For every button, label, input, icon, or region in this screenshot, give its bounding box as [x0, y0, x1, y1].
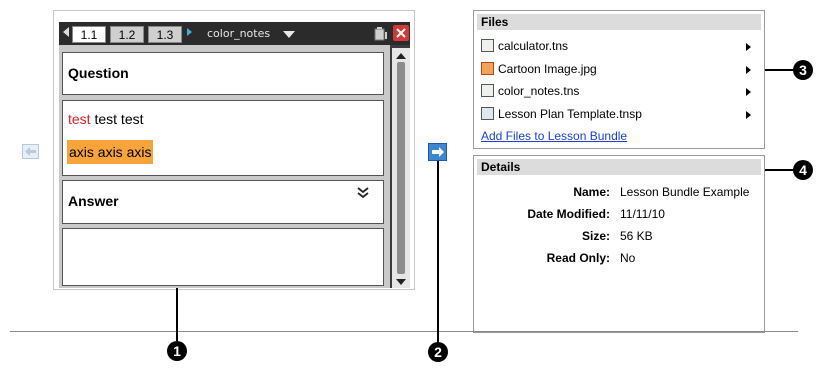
- question-label: Question: [68, 65, 129, 81]
- expand-arrow-icon[interactable]: [746, 111, 751, 119]
- callout-badge-2: 2: [428, 342, 448, 362]
- file-row-cartoon-image[interactable]: Cartoon Image.jpg: [481, 59, 597, 79]
- plain-text: test test: [90, 111, 144, 127]
- files-panel-title: Files: [477, 14, 761, 30]
- callout-badge-3: 3: [793, 60, 813, 80]
- file-name: Cartoon Image.jpg: [498, 62, 597, 76]
- answer-label: Answer: [68, 193, 119, 209]
- double-chevron-down-icon[interactable]: [357, 187, 369, 199]
- detail-value-date: 11/11/10: [620, 207, 665, 221]
- detail-label-read-only: Read Only:: [546, 251, 610, 265]
- details-panel-title: Details: [477, 159, 761, 175]
- file-name: color_notes.tns: [498, 84, 580, 98]
- expand-arrow-icon[interactable]: [746, 66, 751, 74]
- document-name[interactable]: color_notes: [207, 27, 270, 40]
- close-icon[interactable]: [393, 25, 409, 41]
- question-body-box[interactable]: test test test axis axis axis: [62, 100, 384, 176]
- tab-1-3[interactable]: 1.3: [148, 26, 182, 43]
- tns-file-icon: [481, 84, 494, 97]
- answer-body-box[interactable]: [62, 228, 384, 286]
- previous-file-arrow-icon[interactable]: [22, 144, 39, 159]
- battery-icon: [374, 27, 387, 41]
- question-text: test test test: [68, 111, 144, 127]
- detail-value-size: 56 KB: [620, 229, 653, 243]
- detail-value-name: Lesson Bundle Example: [620, 185, 750, 199]
- scroll-up-arrow-icon[interactable]: [396, 53, 406, 59]
- file-row-calculator[interactable]: calculator.tns: [481, 36, 568, 56]
- callout-line-4: [765, 169, 793, 171]
- detail-label-date: Date Modified:: [527, 207, 610, 221]
- scrollbar-thumb[interactable]: [397, 62, 405, 274]
- tab-1-1[interactable]: 1.1: [72, 26, 106, 43]
- scroll-down-arrow-icon[interactable]: [396, 279, 406, 285]
- next-file-arrow-icon[interactable]: [428, 143, 447, 161]
- add-files-link[interactable]: Add Files to Lesson Bundle: [481, 126, 627, 146]
- baseline-divider: [10, 331, 798, 332]
- details-panel: Details Name: Lesson Bundle Example Date…: [473, 155, 765, 333]
- detail-value-read-only: No: [620, 251, 636, 265]
- expand-arrow-icon[interactable]: [746, 43, 751, 51]
- highlighted-text: axis axis axis: [67, 140, 154, 164]
- callout-badge-1: 1: [167, 341, 187, 361]
- template-file-icon: [481, 107, 494, 120]
- tab-1-2[interactable]: 1.2: [110, 26, 144, 43]
- expand-arrow-icon[interactable]: [746, 88, 751, 96]
- detail-label-size: Size:: [581, 229, 610, 243]
- answer-header-box[interactable]: Answer: [62, 180, 384, 224]
- next-page-arrow-icon[interactable]: [187, 28, 192, 36]
- files-panel: Files calculator.tns Cartoon Image.jpg c…: [473, 10, 765, 149]
- file-name: calculator.tns: [498, 39, 569, 53]
- chevron-down-icon[interactable]: [283, 31, 295, 38]
- file-row-color-notes[interactable]: color_notes.tns: [481, 81, 579, 101]
- red-text: test: [68, 111, 91, 127]
- callout-line-2: [437, 161, 439, 343]
- tns-file-icon: [481, 39, 494, 52]
- file-row-lesson-plan[interactable]: Lesson Plan Template.tnsp: [481, 104, 642, 124]
- detail-label-name: Name:: [573, 185, 610, 199]
- question-header-box[interactable]: Question: [62, 52, 384, 95]
- callout-line-1: [176, 288, 178, 341]
- callout-badge-4: 4: [793, 160, 813, 180]
- callout-line-3: [765, 69, 793, 71]
- previous-page-arrow-icon[interactable]: [63, 27, 69, 37]
- image-file-icon: [481, 62, 494, 75]
- file-name: Lesson Plan Template.tnsp: [498, 107, 642, 121]
